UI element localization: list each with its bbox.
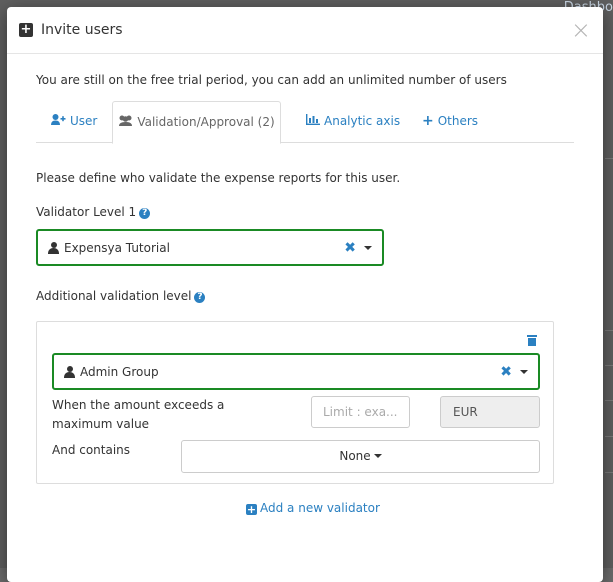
- clear-icon[interactable]: ✖: [344, 240, 356, 256]
- amount-limit-input[interactable]: Limit : exa...: [311, 396, 410, 428]
- additional-validator-value: Admin Group: [80, 364, 159, 379]
- user-icon: [48, 241, 59, 254]
- validation-description: Please define who validate the expense r…: [36, 171, 401, 185]
- user-plus-icon: [51, 101, 66, 141]
- add-validator-label: Add a new validator: [260, 501, 380, 515]
- modal-title: Invite users: [41, 22, 123, 38]
- additional-level-label-row: Additional validation level?: [36, 289, 206, 303]
- clear-icon[interactable]: ✖: [500, 364, 512, 380]
- tab-analytic-axis[interactable]: Analytic axis: [306, 101, 400, 141]
- additional-level-label: Additional validation level: [36, 289, 192, 303]
- validator-level1-label-row: Validator Level 1?: [36, 205, 151, 219]
- add-validator-link[interactable]: + Add a new validator: [246, 501, 380, 515]
- tab-others-label: Others: [437, 114, 479, 128]
- additional-validator-select[interactable]: Admin Group ✖: [52, 353, 540, 390]
- plus-square-icon: +: [19, 22, 33, 37]
- background-divider: [605, 330, 613, 331]
- trash-icon[interactable]: [527, 335, 537, 346]
- tab-user-label: User: [70, 114, 98, 128]
- user-icon: [64, 365, 75, 378]
- plus-icon: +: [422, 113, 434, 129]
- amount-limit-label: When the amount exceeds a maximum value: [52, 398, 225, 431]
- validator-level1-select[interactable]: Expensya Tutorial ✖: [36, 229, 384, 266]
- plus-square-icon: +: [246, 503, 257, 516]
- tab-others[interactable]: + Others: [422, 101, 478, 141]
- tab-bar: User Validation/Approval (2) Analytic ax…: [36, 101, 574, 144]
- background-divider: [605, 436, 613, 437]
- tab-validation[interactable]: Validation/Approval (2): [112, 101, 281, 144]
- bar-chart-icon: [306, 101, 320, 141]
- background-divider: [605, 400, 613, 401]
- chevron-down-icon: [373, 454, 382, 458]
- contains-dropdown[interactable]: None: [181, 440, 540, 473]
- trial-info-text: You are still on the free trial period, …: [36, 73, 507, 87]
- and-contains-label: And contains: [52, 443, 131, 457]
- chevron-down-icon[interactable]: [520, 369, 528, 374]
- chevron-down-icon[interactable]: [364, 245, 372, 250]
- help-icon[interactable]: ?: [194, 292, 206, 303]
- background-divider: [605, 158, 613, 159]
- tab-validation-label: Validation/Approval (2): [137, 115, 275, 129]
- contains-dropdown-value: None: [339, 449, 371, 463]
- currency-addon: EUR: [440, 396, 540, 428]
- close-icon[interactable]: ×: [571, 18, 591, 42]
- users-icon: [118, 102, 133, 142]
- help-icon[interactable]: ?: [139, 208, 151, 219]
- validator-level1-value: Expensya Tutorial: [64, 240, 170, 255]
- background-divider: [605, 472, 613, 473]
- modal-header: + Invite users ×: [7, 7, 603, 54]
- invite-users-modal: + Invite users × You are still on the fr…: [7, 7, 603, 582]
- background-divider: [605, 365, 613, 366]
- validator-level1-label: Validator Level 1: [36, 205, 137, 219]
- tab-user[interactable]: User: [51, 101, 97, 141]
- additional-validator-panel: Admin Group ✖ When the amount exceeds a …: [36, 321, 554, 484]
- tab-analytic-axis-label: Analytic axis: [324, 114, 401, 128]
